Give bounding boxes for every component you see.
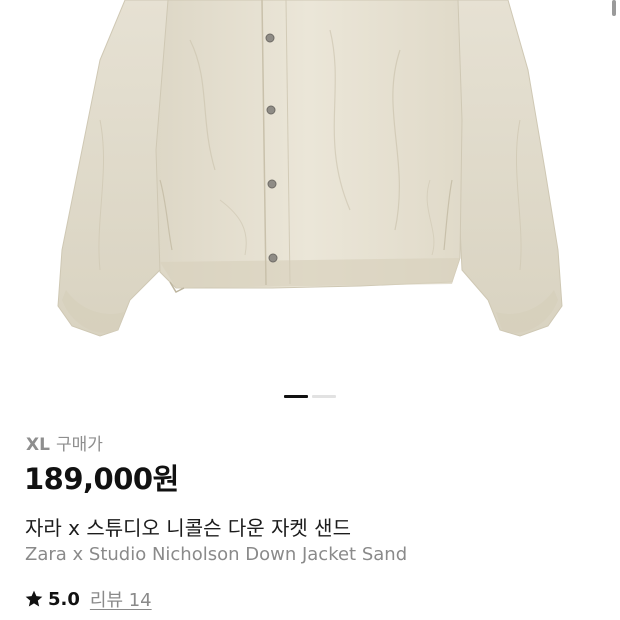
purchase-price-label: 구매가 bbox=[55, 435, 103, 455]
rating-row: 5.0 리뷰 14 bbox=[24, 586, 152, 612]
product-image bbox=[57, 0, 563, 337]
product-detail-page: XL 구매가 189,000원 자라 x 스튜디오 니콜슨 다운 자켓 샌드 Za… bbox=[0, 0, 620, 620]
star-icon bbox=[25, 590, 43, 607]
pager-dot-2[interactable] bbox=[312, 395, 336, 398]
purchase-size-line: XL 구매가 bbox=[26, 430, 103, 455]
scroll-indicator[interactable] bbox=[612, 0, 616, 16]
size-label: XL bbox=[26, 435, 50, 455]
product-image-gallery[interactable] bbox=[0, 0, 620, 380]
image-pager[interactable] bbox=[284, 395, 336, 398]
pager-dot-1[interactable] bbox=[284, 395, 308, 398]
rating-value: 5.0 bbox=[48, 588, 80, 610]
product-name-korean: 자라 x 스튜디오 니콜슨 다운 자켓 샌드 bbox=[25, 516, 351, 540]
product-name-english: Zara x Studio Nicholson Down Jacket Sand bbox=[25, 544, 408, 565]
price: 189,000원 bbox=[24, 462, 179, 496]
review-link[interactable]: 리뷰 14 bbox=[90, 586, 152, 612]
